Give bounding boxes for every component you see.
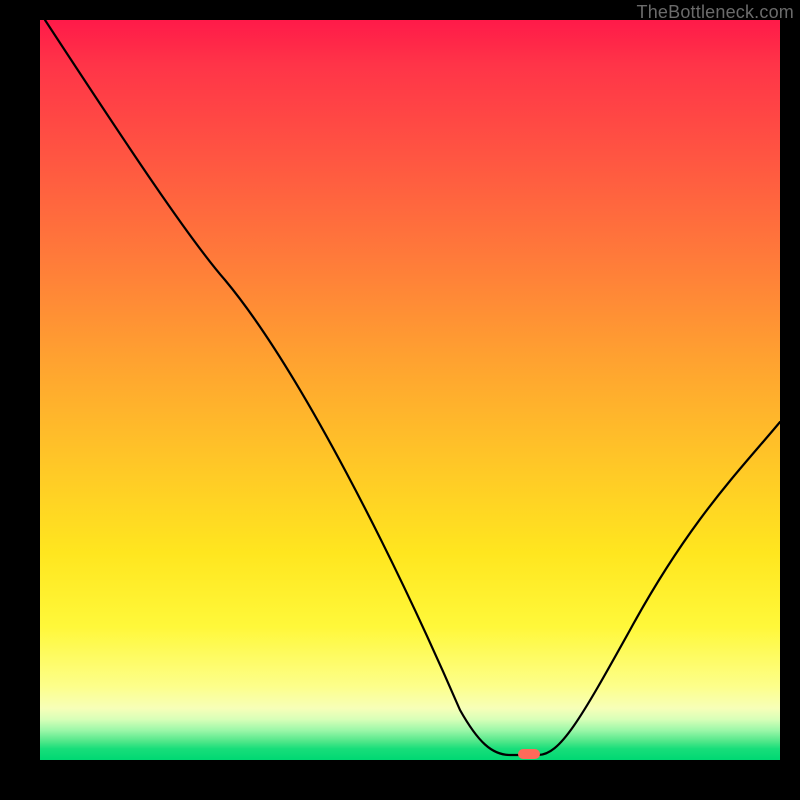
curve-path <box>45 20 780 755</box>
chart-frame: TheBottleneck.com <box>0 0 800 800</box>
bottleneck-curve <box>40 20 780 760</box>
minimum-marker <box>518 749 540 759</box>
plot-area <box>40 20 780 760</box>
